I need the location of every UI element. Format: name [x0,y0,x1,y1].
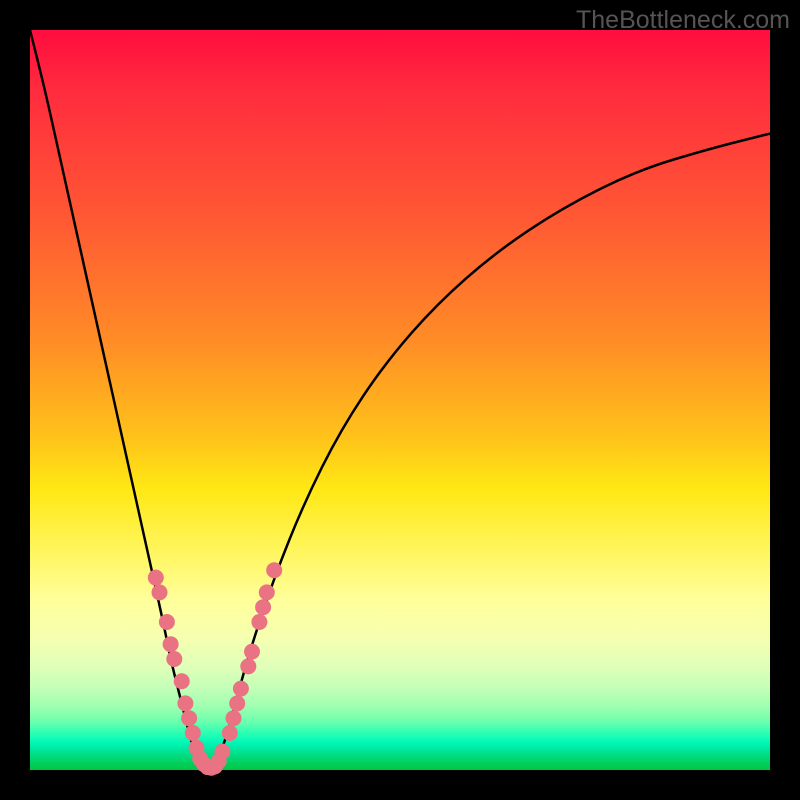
curve-lines [30,30,770,770]
series-right-branch [208,134,770,770]
marker-point [240,658,256,674]
chart-frame: TheBottleneck.com [0,0,800,800]
marker-point [259,584,275,600]
marker-point [266,562,282,578]
marker-point [251,614,267,630]
chart-svg [30,30,770,770]
marker-point [244,644,260,660]
marker-point [166,651,182,667]
marker-point [222,725,238,741]
marker-point [159,614,175,630]
marker-point [185,725,201,741]
marker-point [229,695,245,711]
marker-point [163,636,179,652]
plot-area [30,30,770,770]
marker-point [226,710,242,726]
marker-point [148,570,164,586]
marker-point [233,681,249,697]
marker-point [152,584,168,600]
marker-point [177,695,193,711]
marker-point [181,710,197,726]
marker-point [255,599,271,615]
watermark-text: TheBottleneck.com [576,6,790,35]
marker-point [214,744,230,760]
marker-point [174,673,190,689]
curve-markers [148,562,282,776]
